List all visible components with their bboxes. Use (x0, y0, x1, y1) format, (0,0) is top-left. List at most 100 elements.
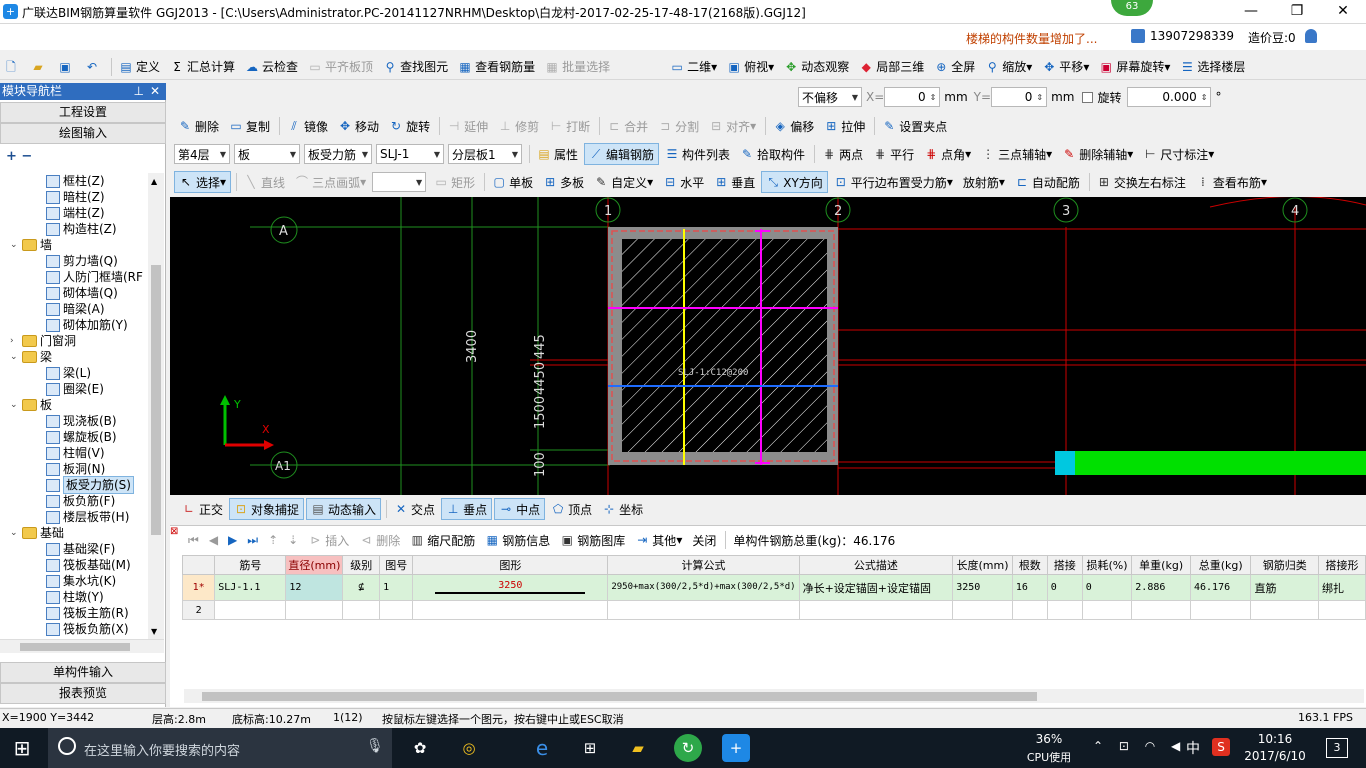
cell-fig-no[interactable] (379, 600, 414, 620)
maximize-button[interactable]: ❐ (1274, 0, 1320, 24)
windows-start-icon[interactable]: ⊞ (8, 734, 36, 762)
insert-row-button[interactable]: ⊳ 插入 (304, 529, 353, 551)
notification-badge[interactable]: 63 (1111, 0, 1153, 16)
cell-lap-type[interactable] (1318, 600, 1366, 620)
tree-item[interactable]: 楼层板带(H) (0, 509, 148, 525)
green-app-icon[interactable]: ↻ (674, 734, 702, 762)
tree-item[interactable]: 柱墩(Y) (0, 589, 148, 605)
app-swirl-icon[interactable]: ◎ (455, 734, 483, 762)
col-header[interactable]: 图号 (379, 555, 414, 575)
tree-item[interactable]: 集水坑(K) (0, 573, 148, 589)
col-header[interactable]: 单重(kg) (1131, 555, 1191, 575)
open-file-button[interactable]: ▰ (27, 56, 52, 78)
edit-rebar-button[interactable]: ⟋ 编辑钢筋 (584, 143, 660, 165)
align-button[interactable]: ⊟ 对齐 ▾ (705, 115, 760, 137)
three-point-axis-dropdown[interactable]: ⋮ 三点辅轴 ▾ (977, 143, 1056, 165)
vertical-button[interactable]: ⊞ 垂直 (710, 171, 759, 193)
local-3d-button[interactable]: ◆ 局部三维 (855, 56, 928, 78)
cell-lap[interactable]: 0 (1046, 574, 1083, 601)
cloud-check-button[interactable]: ☁ 云检查 (241, 56, 302, 78)
hscroll-thumb[interactable] (20, 643, 130, 651)
fullscreen-button[interactable]: ⊕ 全屏 (930, 56, 979, 78)
tree-item[interactable]: 现浇板(B) (0, 413, 148, 429)
ime-indicator[interactable]: 中 (1186, 738, 1200, 758)
col-header[interactable]: 级别 (342, 555, 381, 575)
offset-mode-select[interactable]: 不偏移 ▼ (798, 87, 862, 107)
undo-button[interactable]: ↶ (81, 56, 106, 78)
cell-count[interactable] (1011, 600, 1048, 620)
cell-formula[interactable] (607, 600, 800, 620)
split-button[interactable]: ⊐ 分割 (654, 115, 703, 137)
cell-bar-no[interactable] (214, 600, 287, 620)
two-point-axis-button[interactable]: ⋕ 两点 (818, 143, 867, 165)
tray-icons[interactable]: ⌃ ⊡ ◠ ◀ (1093, 739, 1186, 753)
project-settings-button[interactable]: 工程设置 (0, 102, 166, 123)
delete-row-button[interactable]: ⊲ 删除 (355, 529, 404, 551)
delete-button[interactable]: ✎ 删除 (174, 115, 223, 137)
cell-loss[interactable]: 0 (1081, 574, 1133, 601)
member-select[interactable]: SLJ-1 ▼ (376, 144, 444, 164)
clock-time[interactable]: 10:16 (1246, 732, 1304, 746)
trim-button[interactable]: ⊥ 修剪 (494, 115, 543, 137)
cyan-member[interactable] (1055, 451, 1075, 475)
ortho-toggle[interactable]: ∟ 正交 (178, 498, 227, 520)
arc-option-select[interactable]: ▼ (372, 172, 427, 192)
zoom-dropdown[interactable]: ⚲ 缩放 ▾ (981, 56, 1036, 78)
x-offset-input[interactable]: 0 ⇕ (884, 87, 941, 107)
col-header[interactable]: 根数 (1011, 555, 1048, 575)
search-box[interactable]: 在这里输入你要搜索的内容 🎙 (48, 728, 392, 768)
merge-button[interactable]: ⊏ 合并 (603, 115, 652, 137)
cell-description[interactable]: 净长+设定锚固+设定锚固 (798, 574, 954, 601)
cell-total-weight[interactable]: 46.176 (1189, 574, 1252, 601)
expand-arrow-icon[interactable]: ⌄ (10, 525, 20, 541)
tree-item[interactable]: 板负筋(F) (0, 493, 148, 509)
first-record-button[interactable]: ⏮ (184, 529, 203, 551)
tree-item[interactable]: 筏板负筋(X) (0, 621, 148, 637)
report-preview-button[interactable]: 报表预览 (0, 683, 166, 704)
three-point-arc-dropdown[interactable]: ⌒ 三点画弧 ▾ (291, 171, 370, 193)
expand-arrow-icon[interactable]: ⌄ (10, 237, 20, 253)
cell-grade[interactable] (342, 600, 381, 620)
line-button[interactable]: ╲ 直线 (240, 171, 289, 193)
delete-axis-dropdown[interactable]: ✎ 删除辅轴 ▾ (1058, 143, 1137, 165)
phone-number[interactable]: 13907298339 (1150, 29, 1234, 43)
align-slab-top-button[interactable]: ▭ 平齐板顶 (304, 56, 377, 78)
cell-formula[interactable]: 2950+max(300/2,5*d)+max(300/2,5*d) (607, 574, 800, 601)
tree-item[interactable]: 暗柱(Z) (0, 189, 148, 205)
auto-rebar-button[interactable]: ⊏ 自动配筋 (1011, 171, 1084, 193)
col-header[interactable]: 损耗(%) (1081, 555, 1133, 575)
tree-item[interactable]: 板洞(N) (0, 461, 148, 477)
bell-icon[interactable] (1305, 29, 1317, 43)
glodon-app-icon[interactable]: + (722, 734, 750, 762)
move-up-button[interactable]: ⇡ (264, 529, 282, 551)
cell-unit-weight[interactable] (1131, 600, 1191, 620)
scroll-down-icon[interactable]: ▼ (151, 627, 157, 636)
batch-select-button[interactable]: ▦ 批量选择 (541, 56, 614, 78)
mic-icon[interactable]: 🎙 (366, 738, 384, 754)
type-select[interactable]: 板受力筋 ▼ (304, 144, 372, 164)
task-view-icon[interactable]: ✿ (406, 734, 434, 762)
new-file-button[interactable]: 🗋 (0, 56, 25, 78)
col-header[interactable]: 总重(kg) (1189, 555, 1252, 575)
table-hscrollbar[interactable] (184, 689, 1364, 703)
cell-description[interactable] (798, 600, 954, 620)
tree-folder[interactable]: › 门窗洞 (0, 333, 148, 349)
tree-item[interactable]: 螺旋板(B) (0, 429, 148, 445)
tree-item[interactable]: 暗梁(A) (0, 301, 148, 317)
copy-button[interactable]: ▭ 复制 (225, 115, 274, 137)
multi-slab-button[interactable]: ⊞ 多板 (539, 171, 588, 193)
coordinate-snap[interactable]: ⊹ 坐标 (598, 498, 647, 520)
radial-rebar-dropdown[interactable]: 放射筋 ▾ (959, 171, 1009, 193)
cell-grade[interactable]: ⊈ (342, 574, 381, 601)
cell-length[interactable]: 3250 (952, 574, 1013, 601)
rebar-library-button[interactable]: ▣ 钢筋图库 (556, 529, 629, 551)
cell-category[interactable] (1250, 600, 1320, 620)
nav-tree-scrollbar[interactable]: ▲ ▼ (148, 173, 164, 639)
tree-item[interactable]: 端柱(Z) (0, 205, 148, 221)
panel-close-icon[interactable]: ⊠ (170, 526, 182, 538)
single-member-input-button[interactable]: 单构件输入 (0, 662, 166, 683)
cell-shape[interactable] (412, 600, 609, 620)
next-record-button[interactable]: ▶ (224, 529, 241, 551)
green-member[interactable] (1055, 451, 1366, 475)
cell-bar-no[interactable]: SLJ-1.1 (214, 574, 287, 601)
